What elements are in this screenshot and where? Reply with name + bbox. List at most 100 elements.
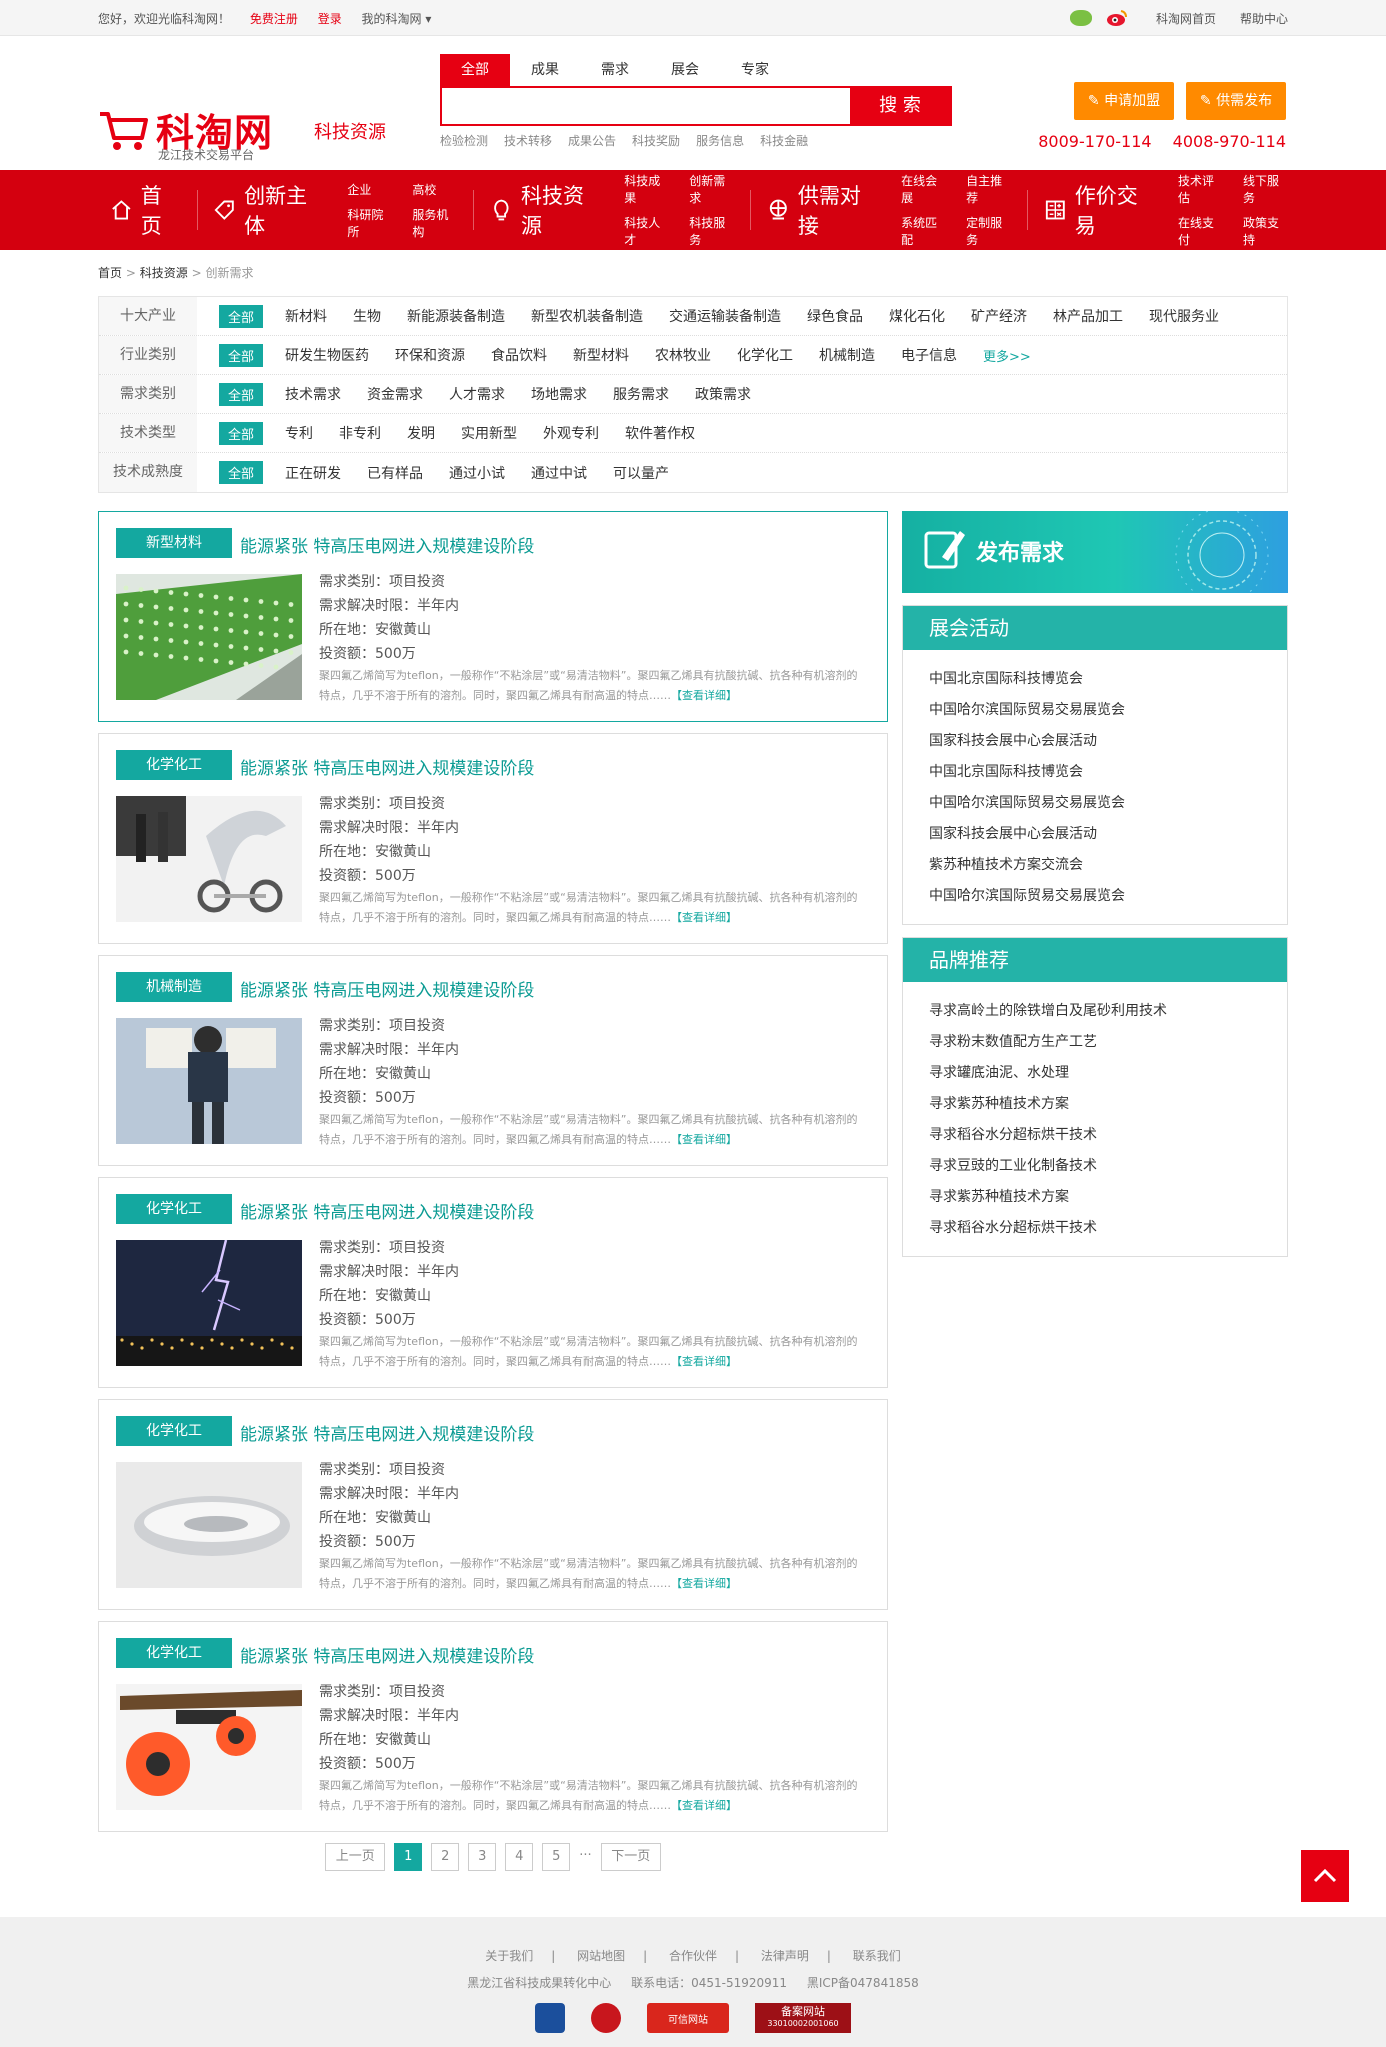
filter-option[interactable]: 食品饮料 — [491, 345, 547, 365]
expo-item[interactable]: 紫苏种植技术方案交流会 — [929, 850, 1287, 881]
nav-group-innovation[interactable]: 创新主体 企业 高校 科研院所 服务机构 — [213, 170, 457, 250]
view-details-link[interactable]: 【查看详细】 — [671, 911, 737, 924]
site-home-link[interactable]: 科淘网首页 — [1156, 10, 1216, 27]
page-button[interactable]: 5 — [542, 1843, 571, 1871]
nav-sub-item[interactable]: 线下服务 — [1243, 172, 1288, 206]
search-tab-demands[interactable]: 需求 — [580, 54, 650, 86]
footer-link[interactable]: 关于我们 — [485, 1949, 533, 1963]
view-details-link[interactable]: 【查看详细】 — [671, 1133, 737, 1146]
publish-demand-banner[interactable]: 发布需求 — [902, 511, 1288, 593]
search-tab-results[interactable]: 成果 — [510, 54, 580, 86]
police-badge-icon[interactable] — [535, 2003, 565, 2033]
nav-sub-item[interactable]: 科技服务 — [689, 214, 734, 248]
back-to-top-button[interactable] — [1301, 1850, 1349, 1902]
demand-card[interactable]: 化学化工 能源紧张 特高压电网进入规模建设阶段 需求类别：项目投资 需求解决时限：半年… — [98, 1399, 888, 1610]
expo-item[interactable]: 国家科技会展中心会展活动 — [929, 819, 1287, 850]
nav-sub-item[interactable]: 高校 — [412, 181, 457, 198]
demand-card[interactable]: 机械制造 能源紧张 特高压电网进入规模建设阶段 需求类别：项目投资 需求解决时限：半年… — [98, 955, 888, 1166]
filter-option[interactable]: 正在研发 — [285, 463, 341, 483]
search-button[interactable]: 搜 索 — [850, 88, 950, 124]
login-link[interactable]: 登录 — [318, 12, 342, 26]
category-tag[interactable]: 化学化工 — [116, 750, 232, 780]
join-button[interactable]: ✎ 申请加盟 — [1074, 82, 1174, 120]
filter-option[interactable]: 新材料 — [285, 306, 327, 326]
brand-item[interactable]: 寻求紫苏种植技术方案 — [929, 1089, 1287, 1120]
nav-sub-item[interactable]: 创新需求 — [689, 172, 734, 206]
filter-option[interactable]: 通过中试 — [531, 463, 587, 483]
demand-title[interactable]: 能源紧张 特高压电网进入规模建设阶段 — [240, 1198, 534, 1223]
nav-sub-item[interactable]: 企业 — [347, 181, 392, 198]
breadcrumb-home[interactable]: 首页 — [98, 266, 122, 280]
search-tab-expos[interactable]: 展会 — [650, 54, 720, 86]
filter-option[interactable]: 通过小试 — [449, 463, 505, 483]
brand-item[interactable]: 寻求紫苏种植技术方案 — [929, 1182, 1287, 1213]
nav-sub-item[interactable]: 技术评估 — [1178, 172, 1223, 206]
page-button[interactable]: 2 — [431, 1843, 460, 1871]
filter-option[interactable]: 人才需求 — [449, 384, 505, 404]
weibo-icon[interactable] — [1106, 9, 1128, 27]
view-details-link[interactable]: 【查看详细】 — [671, 1577, 737, 1590]
category-tag[interactable]: 机械制造 — [116, 972, 232, 1002]
brand-item[interactable]: 寻求豆豉的工业化制备技术 — [929, 1151, 1287, 1182]
search-input[interactable] — [442, 88, 850, 124]
filter-option[interactable]: 新型农机装备制造 — [531, 306, 643, 326]
filter-more-link[interactable]: 更多>> — [983, 346, 1031, 365]
category-tag[interactable]: 化学化工 — [116, 1416, 232, 1446]
filter-option[interactable]: 环保和资源 — [395, 345, 465, 365]
brand-item[interactable]: 寻求稻谷水分超标烘干技术 — [929, 1213, 1287, 1244]
nav-sub-item[interactable]: 政策支持 — [1243, 214, 1288, 248]
filter-option[interactable]: 软件著作权 — [625, 423, 695, 443]
nav-sub-item[interactable]: 定制服务 — [966, 214, 1011, 248]
filter-option[interactable]: 实用新型 — [461, 423, 517, 443]
filter-option[interactable]: 新型材料 — [573, 345, 629, 365]
page-button[interactable]: 3 — [468, 1843, 497, 1871]
filter-all-button[interactable]: 全部 — [219, 421, 264, 445]
site-logo[interactable]: 科淘网 龙江技术交易平台 科技资源 — [98, 70, 398, 170]
expo-item[interactable]: 中国北京国际科技博览会 — [929, 757, 1287, 788]
demand-image[interactable] — [116, 796, 302, 922]
trusted-site-badge[interactable]: 可信网站 — [647, 2003, 729, 2033]
filter-option[interactable]: 现代服务业 — [1149, 306, 1219, 326]
demand-card[interactable]: 化学化工 能源紧张 特高压电网进入规模建设阶段 需求类别：项目投资 需求解决时限：半年… — [98, 1177, 888, 1388]
filter-option[interactable]: 生物 — [353, 306, 381, 326]
filter-option[interactable]: 绿色食品 — [807, 306, 863, 326]
nav-sub-item[interactable]: 科技成果 — [624, 172, 669, 206]
demand-title[interactable]: 能源紧张 特高压电网进入规模建设阶段 — [240, 1642, 534, 1667]
record-site-badge[interactable]: 备案网站 33010002001060 — [755, 2003, 851, 2033]
nav-sub-item[interactable]: 服务机构 — [412, 206, 457, 240]
filter-option[interactable]: 场地需求 — [531, 384, 587, 404]
demand-image[interactable] — [116, 1684, 302, 1810]
hot-word[interactable]: 检验检测 — [440, 132, 488, 149]
footer-link[interactable]: 联系我们 — [853, 1949, 901, 1963]
nav-group-resources[interactable]: 科技资源 科技成果 创新需求 科技人才 科技服务 — [490, 170, 734, 250]
view-details-link[interactable]: 【查看详细】 — [671, 689, 737, 702]
filter-option[interactable]: 可以量产 — [613, 463, 669, 483]
register-link[interactable]: 免费注册 — [250, 12, 298, 26]
footer-link[interactable]: 网站地图 — [577, 1949, 625, 1963]
filter-option[interactable]: 专利 — [285, 423, 313, 443]
filter-option[interactable]: 技术需求 — [285, 384, 341, 404]
hot-word[interactable]: 成果公告 — [568, 132, 616, 149]
demand-title[interactable]: 能源紧张 特高压电网进入规模建设阶段 — [240, 976, 534, 1001]
filter-all-button[interactable]: 全部 — [219, 343, 264, 367]
prev-page-button[interactable]: 上一页 — [325, 1843, 386, 1871]
demand-card[interactable]: 化学化工 能源紧张 特高压电网进入规模建设阶段 需求类别：项目投资 需求解决时限：半年… — [98, 1621, 888, 1832]
search-tab-experts[interactable]: 专家 — [720, 54, 790, 86]
help-center-link[interactable]: 帮助中心 — [1240, 10, 1288, 27]
filter-option[interactable]: 机械制造 — [819, 345, 875, 365]
demand-image[interactable] — [116, 1018, 302, 1144]
nav-group-trading[interactable]: 作价交易 技术评估 线下服务 在线支付 政策支持 — [1044, 170, 1288, 250]
filter-option[interactable]: 电子信息 — [901, 345, 957, 365]
filter-option[interactable]: 交通运输装备制造 — [669, 306, 781, 326]
filter-option[interactable]: 研发生物医药 — [285, 345, 369, 365]
filter-option[interactable]: 农林牧业 — [655, 345, 711, 365]
publish-button[interactable]: ✎ 供需发布 — [1186, 82, 1286, 120]
filter-option[interactable]: 政策需求 — [695, 384, 751, 404]
filter-all-button[interactable]: 全部 — [219, 304, 264, 328]
nav-home[interactable]: 首页 — [98, 170, 181, 250]
demand-card[interactable]: 新型材料 能源紧张 特高压电网进入规模建设阶段 需求类别：项目投资 需求解决时限：半年… — [98, 511, 888, 722]
footer-link[interactable]: 合作伙伴 — [669, 1949, 717, 1963]
footer-link[interactable]: 法律声明 — [761, 1949, 809, 1963]
filter-option[interactable]: 外观专利 — [543, 423, 599, 443]
filter-option[interactable]: 资金需求 — [367, 384, 423, 404]
